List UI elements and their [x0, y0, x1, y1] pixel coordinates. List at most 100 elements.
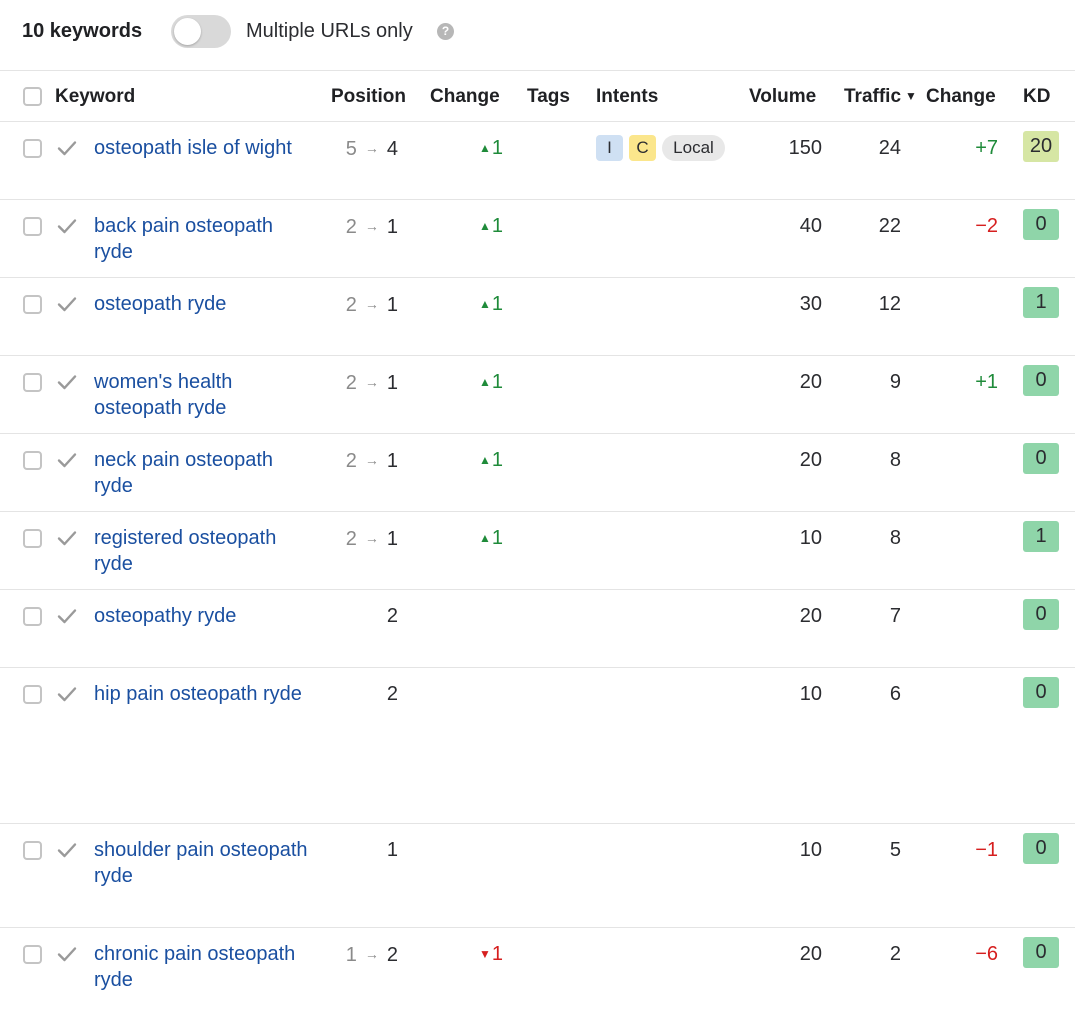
volume-cell: 30	[799, 293, 822, 315]
keyword-link[interactable]: hip pain osteopath ryde	[94, 681, 309, 707]
column-traffic-label: Traffic	[844, 86, 902, 107]
row-checkbox[interactable]	[23, 685, 42, 704]
table-row: chronic pain osteopath ryde 1 → 2 ▼1 20 2 −6 0	[0, 928, 1075, 1022]
position-cell: 2 → 1	[346, 525, 398, 552]
volume-cell: 20	[799, 943, 822, 965]
kd-badge: 0	[1023, 677, 1059, 708]
position-cell: 2 → 1	[346, 369, 398, 396]
traffic-cell: 2	[889, 943, 901, 965]
volume-cell: 10	[799, 527, 822, 549]
select-all-checkbox[interactable]	[23, 87, 42, 106]
position-cell: 1	[387, 837, 398, 863]
multiple-urls-label: Multiple URLs only	[246, 20, 413, 42]
column-position[interactable]: Position	[331, 86, 406, 108]
multiple-urls-toggle[interactable]	[171, 15, 231, 48]
traffic-change-cell: −1	[975, 839, 998, 861]
row-checkbox[interactable]	[23, 945, 42, 964]
row-checkbox[interactable]	[23, 841, 42, 860]
column-keyword[interactable]: Keyword	[55, 86, 135, 108]
position-change: ▲1	[479, 213, 503, 239]
position-change-value: 1	[491, 371, 504, 393]
current-position: 1	[386, 528, 398, 550]
volume-cell: 10	[799, 683, 822, 705]
volume-cell: 10	[799, 839, 822, 861]
keyword-link[interactable]: osteopath ryde	[94, 291, 309, 317]
position-change-value: 1	[491, 293, 504, 315]
triangle-up-icon: ▲	[479, 141, 491, 155]
arrow-right-icon: →	[364, 218, 379, 234]
column-change[interactable]: Change	[430, 86, 500, 108]
triangle-up-icon: ▲	[479, 453, 491, 467]
position-change-value: 1	[491, 943, 504, 965]
column-traffic[interactable]: Traffic ▼	[844, 86, 917, 108]
position-cell: 1 → 2	[346, 941, 398, 968]
position-cell: 2	[387, 603, 398, 629]
checkmark-icon	[56, 943, 78, 965]
toolbar: 10 keywords Multiple URLs only ?	[0, 0, 1075, 70]
volume-cell: 20	[799, 371, 822, 393]
keyword-link[interactable]: women's health osteopath ryde	[94, 369, 309, 421]
traffic-cell: 8	[889, 527, 901, 549]
table-row: neck pain osteopath ryde 2 → 1 ▲1 20 8 0	[0, 434, 1075, 512]
intent-informational-badge: I	[596, 135, 623, 161]
kd-badge: 0	[1023, 365, 1059, 396]
kd-badge: 20	[1023, 131, 1059, 162]
current-position: 1	[386, 450, 398, 472]
previous-position: 2	[345, 294, 357, 316]
help-icon[interactable]: ?	[437, 23, 454, 40]
traffic-cell: 7	[889, 605, 901, 627]
sort-desc-icon: ▼	[905, 89, 917, 103]
previous-position: 2	[345, 528, 357, 550]
checkmark-icon	[56, 215, 78, 237]
position-cell: 2 → 1	[346, 291, 398, 318]
table-row: shoulder pain osteopath ryde 1 10 5 −1 0	[0, 824, 1075, 928]
keyword-count: 10 keywords	[22, 20, 143, 42]
checkmark-icon	[56, 605, 78, 627]
column-tags[interactable]: Tags	[527, 86, 570, 108]
keyword-link[interactable]: back pain osteopath ryde	[94, 213, 309, 265]
row-checkbox[interactable]	[23, 607, 42, 626]
row-checkbox[interactable]	[23, 295, 42, 314]
volume-cell: 20	[799, 605, 822, 627]
current-position: 1	[386, 216, 398, 238]
triangle-up-icon: ▲	[479, 375, 491, 389]
kd-badge: 1	[1023, 287, 1059, 318]
keyword-link[interactable]: neck pain osteopath ryde	[94, 447, 309, 499]
kd-badge: 0	[1023, 209, 1059, 240]
intent-commercial-badge: C	[629, 135, 656, 161]
volume-cell: 20	[799, 449, 822, 471]
arrow-right-icon: →	[364, 374, 379, 390]
keyword-link[interactable]: chronic pain osteopath ryde	[94, 941, 309, 993]
triangle-up-icon: ▲	[479, 219, 491, 233]
row-checkbox[interactable]	[23, 529, 42, 548]
table-row: registered osteopath ryde 2 → 1 ▲1 10 8 1	[0, 512, 1075, 590]
traffic-change-cell: +7	[975, 137, 998, 159]
keyword-link[interactable]: osteopath isle of wight	[94, 135, 309, 161]
kd-badge: 0	[1023, 599, 1059, 630]
volume-cell: 40	[799, 215, 822, 237]
column-volume[interactable]: Volume	[749, 86, 816, 108]
position-cell: 2 → 1	[346, 447, 398, 474]
keyword-link[interactable]: shoulder pain osteopath ryde	[94, 837, 309, 889]
kd-badge: 0	[1023, 937, 1059, 968]
keyword-link[interactable]: osteopathy ryde	[94, 603, 309, 629]
table-row: back pain osteopath ryde 2 → 1 ▲1 40 22 −2 0	[0, 200, 1075, 278]
keyword-link[interactable]: registered osteopath ryde	[94, 525, 309, 577]
position-cell: 2	[387, 681, 398, 707]
column-intents[interactable]: Intents	[596, 86, 658, 108]
current-position: 1	[386, 294, 398, 316]
arrow-right-icon: →	[364, 140, 379, 156]
triangle-down-icon: ▼	[479, 947, 491, 961]
position-change: ▲1	[479, 525, 503, 551]
column-traffic-change[interactable]: Change	[926, 86, 996, 108]
column-kd[interactable]: KD	[1023, 86, 1050, 108]
traffic-cell: 5	[889, 839, 901, 861]
traffic-change-cell: −6	[975, 943, 998, 965]
row-checkbox[interactable]	[23, 373, 42, 392]
previous-position: 1	[345, 944, 357, 966]
row-checkbox[interactable]	[23, 139, 42, 158]
arrow-right-icon: →	[364, 452, 379, 468]
triangle-up-icon: ▲	[479, 531, 491, 545]
row-checkbox[interactable]	[23, 217, 42, 236]
row-checkbox[interactable]	[23, 451, 42, 470]
